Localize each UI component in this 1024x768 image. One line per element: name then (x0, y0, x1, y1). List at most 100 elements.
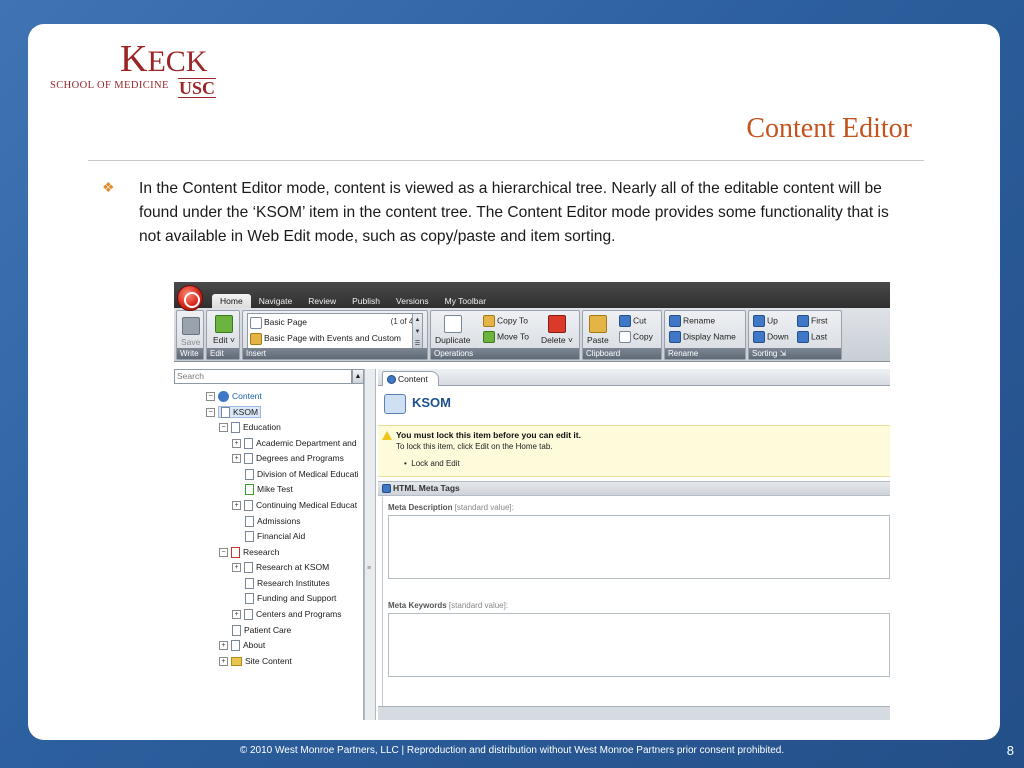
save-icon (181, 317, 200, 335)
down-button[interactable]: Down (753, 331, 789, 343)
meta-description-field[interactable] (388, 515, 890, 579)
copy-to-button[interactable]: Copy To (483, 315, 528, 327)
tree-item-degrees[interactable]: + Degrees and Programs (232, 451, 344, 465)
last-arrow-icon (797, 331, 809, 343)
content-tree: Search ▲ − Content − KSOM − Education + Acad… (174, 369, 364, 720)
tree-item-research-ksom[interactable]: + Research at KSOM (232, 560, 329, 574)
last-button[interactable]: Last (797, 331, 827, 343)
delete-x-icon (547, 315, 566, 333)
content-icon (387, 375, 396, 385)
move-to-icon (483, 331, 495, 343)
sitecore-orb-icon[interactable] (177, 285, 203, 311)
slide-title: Content Editor (746, 113, 912, 144)
edit-icon (214, 315, 233, 333)
rename-button[interactable]: Rename (669, 315, 715, 327)
save-button[interactable]: Save (181, 317, 200, 347)
tab-my-toolbar[interactable]: My Toolbar (437, 294, 494, 308)
group-edit: Edit ˅ Edit (206, 310, 240, 360)
insert-item-basic-page-events[interactable]: Basic Page with Events and Custom (248, 330, 422, 346)
tree-item-education[interactable]: − Education (219, 420, 281, 434)
slide: KECK SCHOOL OF MEDICINE USC Content Edit… (28, 24, 1000, 740)
tree-item-mike-test[interactable]: Mike Test (245, 482, 293, 496)
copy-to-icon (483, 315, 495, 327)
edit-button[interactable]: Edit ˅ (213, 315, 235, 345)
cut-button[interactable]: Cut (619, 315, 646, 327)
tree-item-ksom[interactable]: − KSOM (206, 405, 262, 419)
section-html-meta-tags[interactable]: HTML Meta Tags (378, 481, 890, 496)
ribbon: Save Write Edit ˅ Edit Basic Page (1 of 4… (174, 308, 890, 362)
gallery-scroll[interactable]: ▲ ▼ ☰ (412, 314, 422, 351)
group-label-insert: Insert (243, 348, 427, 359)
meta-keywords-label: Meta Keywords [standard value]: (388, 601, 509, 610)
slide-footer: © 2010 West Monroe Partners, LLC | Repro… (239, 745, 785, 756)
scroll-up-button[interactable]: ▲ (352, 369, 364, 384)
tree-item-division[interactable]: Division of Medical Educati (245, 467, 359, 481)
tree-item-patient-care[interactable]: Patient Care (232, 623, 291, 637)
home-icon (221, 407, 230, 419)
copy-icon (619, 331, 631, 343)
group-write: Save Write (176, 310, 204, 360)
content-db-icon (218, 391, 229, 403)
up-arrow-icon (753, 315, 765, 327)
first-button[interactable]: First (797, 315, 828, 327)
duplicate-icon (443, 315, 462, 333)
splitter[interactable]: ≡ (364, 369, 376, 720)
tree-item-continuing[interactable]: + Continuing Medical Educat (232, 498, 357, 512)
group-label-operations: Operations (431, 348, 579, 359)
scissors-icon (619, 315, 631, 327)
first-arrow-icon (797, 315, 809, 327)
page-icon (245, 469, 254, 481)
page-events-icon (250, 332, 262, 345)
tab-content[interactable]: Content (382, 371, 439, 386)
group-operations: Duplicate Copy To Move To Delete ˅ Opera… (430, 310, 580, 360)
display-name-icon (669, 331, 681, 343)
tab-home[interactable]: Home (212, 294, 251, 308)
ribbon-tabbar: Home Navigate Review Publish Versions My… (174, 282, 890, 308)
tree-item-centers[interactable]: + Centers and Programs (232, 607, 342, 621)
logo-school: SCHOOL OF MEDICINE (50, 80, 169, 91)
section-icon (382, 484, 391, 494)
tree-item-content[interactable]: − Content (206, 389, 262, 403)
bullet-text: In the Content Editor mode, content is v… (139, 180, 889, 245)
tab-versions[interactable]: Versions (388, 294, 437, 308)
group-label-clipboard: Clipboard (583, 348, 661, 359)
page-icon (244, 562, 253, 574)
paste-button[interactable]: Paste (587, 315, 609, 345)
group-label-edit: Edit (207, 348, 239, 359)
page-icon (244, 453, 253, 465)
page-green-icon (245, 484, 254, 496)
insert-gallery[interactable]: Basic Page (1 of 4) Basic Page with Event… (247, 313, 423, 351)
tab-navigate[interactable]: Navigate (251, 294, 301, 308)
home-icon (384, 393, 406, 414)
tree-item-about[interactable]: + About (219, 638, 265, 652)
item-heading: KSOM (384, 391, 451, 415)
tree-item-academic[interactable]: + Academic Department and (232, 436, 357, 450)
page-number: 8 (1006, 743, 1014, 758)
page-red-icon (231, 547, 240, 559)
lock-and-edit-link[interactable]: • Lock and Edit (404, 459, 460, 468)
group-rename: Rename Display Name Rename (664, 310, 746, 360)
insert-item-basic-page[interactable]: Basic Page (1 of 4) (248, 314, 422, 330)
tree-item-research[interactable]: − Research (219, 545, 279, 559)
down-arrow-icon (753, 331, 765, 343)
section-rule (382, 497, 383, 707)
meta-keywords-field[interactable] (388, 613, 890, 677)
keck-usc-logo: KECK SCHOOL OF MEDICINE USC (50, 38, 220, 110)
page-icon (244, 609, 253, 621)
tree-item-financial-aid[interactable]: Financial Aid (245, 529, 305, 543)
tree-item-funding[interactable]: Funding and Support (245, 591, 336, 605)
display-name-button[interactable]: Display Name (669, 331, 736, 343)
tree-item-institutes[interactable]: Research Institutes (245, 576, 330, 590)
delete-button[interactable]: Delete ˅ (541, 315, 573, 345)
tab-review[interactable]: Review (300, 294, 344, 308)
up-button[interactable]: Up (753, 315, 778, 327)
search-input[interactable]: Search (174, 369, 352, 384)
tree-item-site-content[interactable]: + Site Content (219, 654, 292, 668)
group-label-sorting: Sorting ⇲ (749, 348, 841, 359)
tab-publish[interactable]: Publish (344, 294, 388, 308)
tree-item-admissions[interactable]: Admissions (245, 514, 300, 528)
group-clipboard: Paste Cut Copy Clipboard (582, 310, 662, 360)
copy-button[interactable]: Copy (619, 331, 653, 343)
duplicate-button[interactable]: Duplicate (435, 315, 470, 345)
move-to-button[interactable]: Move To (483, 331, 529, 343)
